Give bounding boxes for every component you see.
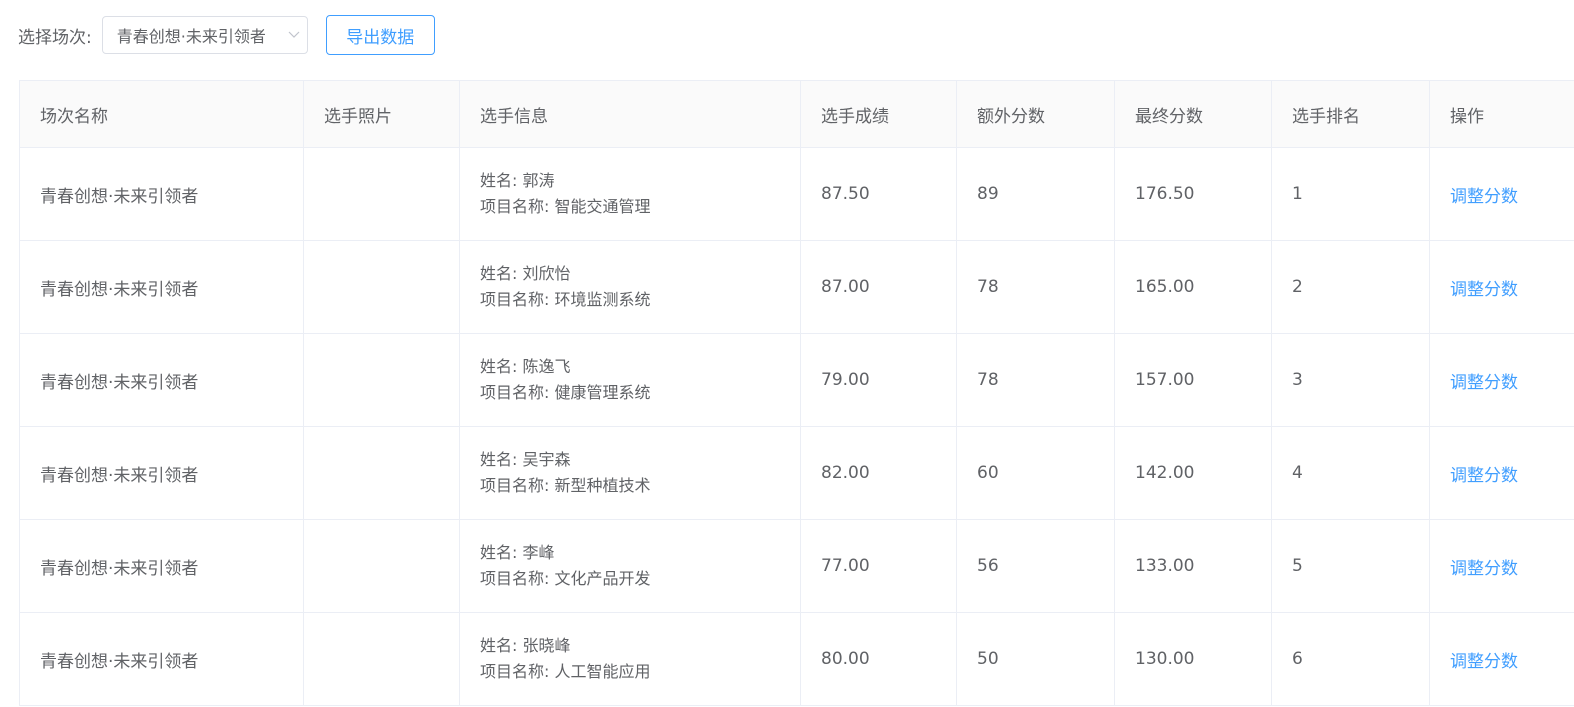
table-row: 青春创想·未来引领者 姓名: 张晓峰 项目名称: 人工智能应用 80.00 50…	[19, 612, 1574, 706]
cell-extra: 89	[956, 147, 1115, 241]
cell-extra: 56	[956, 519, 1115, 613]
cell-session: 青春创想·未来引领者	[19, 426, 304, 520]
cell-score: 79.00	[800, 333, 957, 427]
cell-action: 调整分数	[1429, 333, 1574, 427]
cell-photo	[303, 333, 460, 427]
cell-info: 姓名: 张晓峰 项目名称: 人工智能应用	[459, 612, 801, 706]
table-row: 青春创想·未来引领者 姓名: 吴宇森 项目名称: 新型种植技术 82.00 60…	[19, 426, 1574, 520]
cell-action: 调整分数	[1429, 147, 1574, 241]
cell-info: 姓名: 李峰 项目名称: 文化产品开发	[459, 519, 801, 613]
project-name: 项目名称: 智能交通管理	[480, 197, 651, 216]
cell-score: 80.00	[800, 612, 957, 706]
cell-photo	[303, 519, 460, 613]
adjust-score-link[interactable]: 调整分数	[1450, 652, 1518, 672]
cell-extra: 50	[956, 612, 1115, 706]
cell-final: 130.00	[1114, 612, 1272, 706]
cell-action: 调整分数	[1429, 426, 1574, 520]
cell-final: 157.00	[1114, 333, 1272, 427]
cell-final: 165.00	[1114, 240, 1272, 334]
cell-score: 82.00	[800, 426, 957, 520]
cell-rank: 2	[1271, 240, 1430, 334]
toolbar: 选择场次: 青春创想·未来引领者 导出数据	[18, 15, 435, 55]
header-contestant-info[interactable]: 选手信息	[459, 80, 801, 148]
project-name: 项目名称: 人工智能应用	[480, 662, 651, 681]
export-data-button[interactable]: 导出数据	[325, 15, 435, 55]
contestant-name: 姓名: 陈逸飞	[480, 357, 571, 376]
cell-action: 调整分数	[1429, 612, 1574, 706]
cell-session: 青春创想·未来引领者	[19, 147, 304, 241]
cell-action: 调整分数	[1429, 240, 1574, 334]
cell-rank: 5	[1271, 519, 1430, 613]
cell-photo	[303, 426, 460, 520]
session-filter-label: 选择场次:	[18, 27, 92, 48]
cell-final: 176.50	[1114, 147, 1272, 241]
contestant-name: 姓名: 郭涛	[480, 171, 555, 190]
cell-score: 87.00	[800, 240, 957, 334]
header-score[interactable]: 选手成绩	[800, 80, 957, 148]
header-photo[interactable]: 选手照片	[303, 80, 460, 148]
chevron-down-icon	[287, 28, 301, 42]
cell-session: 青春创想·未来引领者	[19, 333, 304, 427]
cell-info: 姓名: 吴宇森 项目名称: 新型种植技术	[459, 426, 801, 520]
cell-info: 姓名: 刘欣怡 项目名称: 环境监测系统	[459, 240, 801, 334]
header-final-score[interactable]: 最终分数	[1114, 80, 1272, 148]
cell-extra: 78	[956, 240, 1115, 334]
project-name: 项目名称: 环境监测系统	[480, 290, 651, 309]
cell-score: 87.50	[800, 147, 957, 241]
project-name: 项目名称: 文化产品开发	[480, 569, 651, 588]
cell-rank: 4	[1271, 426, 1430, 520]
score-table: 场次名称 选手照片 选手信息 选手成绩 额外分数 最终分数 选手排名 操作 青春…	[19, 80, 1574, 706]
adjust-score-link[interactable]: 调整分数	[1450, 373, 1518, 393]
header-actions: 操作	[1429, 80, 1574, 148]
adjust-score-link[interactable]: 调整分数	[1450, 280, 1518, 300]
contestant-name: 姓名: 张晓峰	[480, 636, 571, 655]
cell-photo	[303, 612, 460, 706]
cell-score: 77.00	[800, 519, 957, 613]
table-row: 青春创想·未来引领者 姓名: 陈逸飞 项目名称: 健康管理系统 79.00 78…	[19, 333, 1574, 427]
session-select[interactable]: 青春创想·未来引领者	[101, 16, 308, 54]
adjust-score-link[interactable]: 调整分数	[1450, 559, 1518, 579]
cell-rank: 6	[1271, 612, 1430, 706]
adjust-score-link[interactable]: 调整分数	[1450, 466, 1518, 486]
cell-photo	[303, 147, 460, 241]
table-header-row: 场次名称 选手照片 选手信息 选手成绩 额外分数 最终分数 选手排名 操作	[19, 80, 1574, 148]
cell-session: 青春创想·未来引领者	[19, 612, 304, 706]
cell-rank: 3	[1271, 333, 1430, 427]
cell-extra: 60	[956, 426, 1115, 520]
header-extra-score[interactable]: 额外分数	[956, 80, 1115, 148]
contestant-name: 姓名: 吴宇森	[480, 450, 571, 469]
cell-final: 142.00	[1114, 426, 1272, 520]
adjust-score-link[interactable]: 调整分数	[1450, 187, 1518, 207]
header-rank[interactable]: 选手排名	[1271, 80, 1430, 148]
header-session-name[interactable]: 场次名称	[19, 80, 304, 148]
cell-extra: 78	[956, 333, 1115, 427]
project-name: 项目名称: 健康管理系统	[480, 383, 651, 402]
table-row: 青春创想·未来引领者 姓名: 刘欣怡 项目名称: 环境监测系统 87.00 78…	[19, 240, 1574, 334]
cell-info: 姓名: 陈逸飞 项目名称: 健康管理系统	[459, 333, 801, 427]
cell-rank: 1	[1271, 147, 1430, 241]
contestant-name: 姓名: 刘欣怡	[480, 264, 571, 283]
cell-session: 青春创想·未来引领者	[19, 240, 304, 334]
table-row: 青春创想·未来引领者 姓名: 郭涛 项目名称: 智能交通管理 87.50 89 …	[19, 147, 1574, 241]
cell-photo	[303, 240, 460, 334]
project-name: 项目名称: 新型种植技术	[480, 476, 651, 495]
cell-final: 133.00	[1114, 519, 1272, 613]
contestant-name: 姓名: 李峰	[480, 543, 555, 562]
session-select-value: 青春创想·未来引领者	[116, 27, 266, 46]
cell-session: 青春创想·未来引领者	[19, 519, 304, 613]
table-row: 青春创想·未来引领者 姓名: 李峰 项目名称: 文化产品开发 77.00 56 …	[19, 519, 1574, 613]
cell-info: 姓名: 郭涛 项目名称: 智能交通管理	[459, 147, 801, 241]
cell-action: 调整分数	[1429, 519, 1574, 613]
